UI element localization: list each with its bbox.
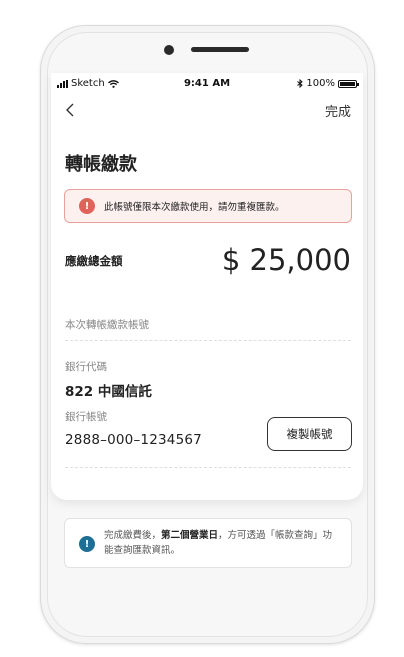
info-text: 完成繳費後，第二個營業日，方可透過「帳款查詢」功能查詢匯款資訊。 bbox=[104, 528, 340, 558]
total-amount-label: 應繳總金額 bbox=[65, 254, 123, 268]
status-bar: Sketch 9:41 AM 100% bbox=[51, 73, 363, 95]
bank-code-value: 822 中國信託 bbox=[65, 384, 152, 400]
copy-account-button[interactable]: 複製帳號 bbox=[267, 417, 352, 451]
bluetooth-icon bbox=[297, 79, 304, 88]
battery-percent: 100% bbox=[306, 78, 335, 89]
divider bbox=[65, 467, 351, 468]
nav-bar: 完成 bbox=[51, 97, 363, 123]
done-button[interactable]: 完成 bbox=[325, 101, 351, 120]
info-text-bold: 第二個營業日 bbox=[161, 530, 219, 541]
bank-account-value: 2888–000–1234567 bbox=[65, 432, 202, 448]
info-icon: ! bbox=[79, 536, 95, 552]
camera-icon bbox=[164, 45, 174, 55]
app-screen: Sketch 9:41 AM 100% 完成 轉帳繳款 ! 此帳號僅限本次繳款使… bbox=[51, 73, 363, 500]
status-right: 100% bbox=[297, 78, 359, 89]
page-title: 轉帳繳款 bbox=[65, 154, 137, 175]
info-text-before: 完成繳費後， bbox=[104, 530, 162, 541]
battery-icon bbox=[338, 79, 359, 88]
info-notice: ! 完成繳費後，第二個營業日，方可透過「帳款查詢」功能查詢匯款資訊。 bbox=[64, 518, 352, 568]
bank-code-label: 銀行代碼 bbox=[65, 361, 107, 373]
exclamation-icon: ! bbox=[79, 198, 95, 214]
account-section-title: 本次轉帳繳款帳號 bbox=[65, 319, 149, 331]
alert-text: 此帳號僅限本次繳款使用，請勿重複匯款。 bbox=[104, 202, 285, 213]
back-chevron-icon[interactable] bbox=[64, 101, 78, 119]
bank-account-label: 銀行帳號 bbox=[65, 411, 107, 423]
speaker-grille bbox=[191, 47, 249, 52]
divider bbox=[65, 340, 351, 341]
warning-alert: ! 此帳號僅限本次繳款使用，請勿重複匯款。 bbox=[64, 189, 352, 223]
total-amount-value: $ 25,000 bbox=[221, 243, 351, 277]
